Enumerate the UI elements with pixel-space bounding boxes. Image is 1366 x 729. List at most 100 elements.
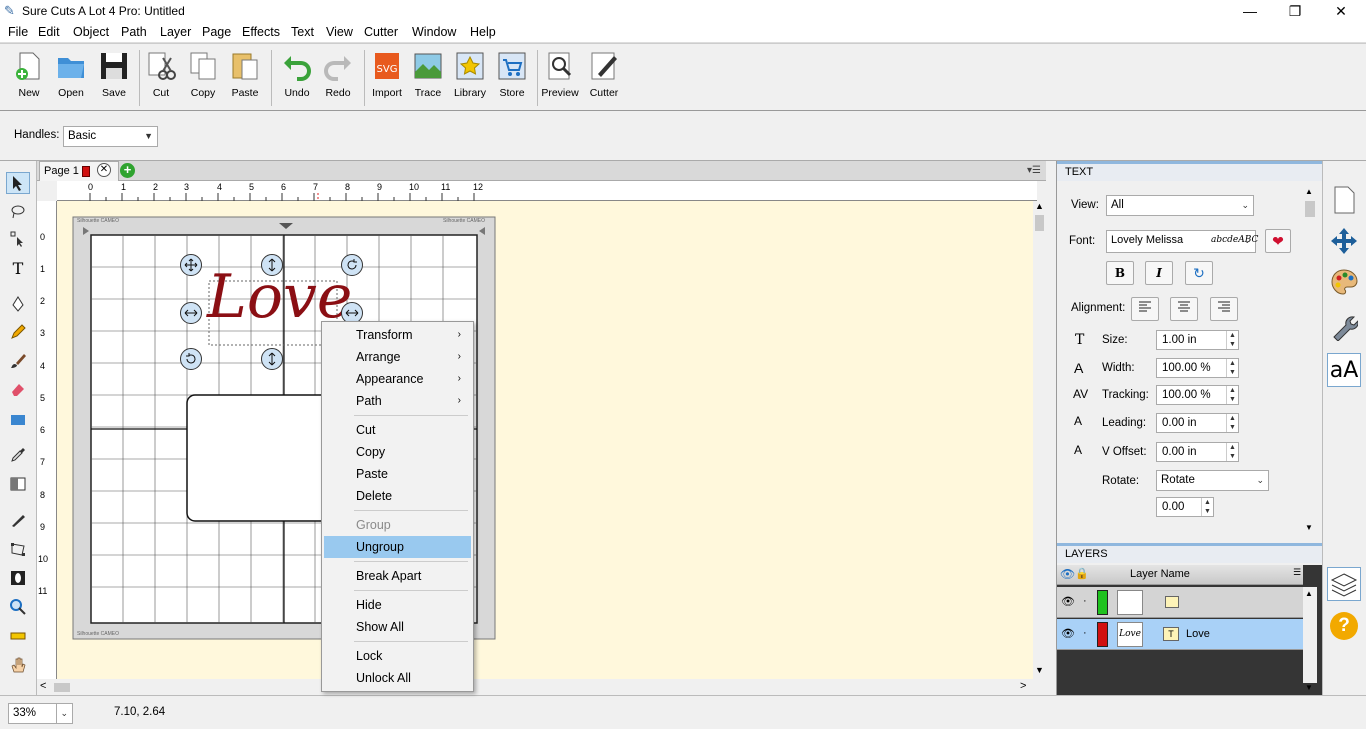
path-tools-button[interactable] — [1327, 310, 1361, 344]
rotate-handle-icon[interactable] — [341, 254, 363, 276]
bold-button[interactable]: B — [1106, 261, 1134, 285]
close-tab-icon[interactable]: ✕ — [97, 163, 111, 177]
move-handle-icon[interactable] — [180, 254, 202, 276]
menu-item-delete[interactable]: Delete — [324, 485, 471, 507]
font-select[interactable]: Lovely Melissa abcdeABC ⌄ — [1106, 230, 1258, 253]
menu-view[interactable]: View — [326, 25, 353, 39]
scroll-down-icon[interactable]: ▼ — [1305, 683, 1313, 692]
rotate-amount-input[interactable]: 0.00 ▲ ▼ — [1156, 497, 1214, 517]
vertical-scrollbar[interactable]: ▲ ▼ — [1033, 201, 1046, 679]
menu-item-group[interactable]: Group — [324, 514, 471, 536]
scroll-left-icon[interactable]: < — [40, 680, 46, 692]
text-tool[interactable]: T — [6, 257, 30, 279]
rotate-handle-icon[interactable] — [180, 348, 202, 370]
menu-edit[interactable]: Edit — [38, 25, 60, 39]
eyedropper-tool[interactable] — [6, 444, 30, 466]
eraser-tool[interactable] — [6, 378, 30, 400]
new-button[interactable]: New — [9, 50, 49, 99]
maximize-button[interactable]: ❐ — [1272, 0, 1318, 23]
select-tool[interactable] — [6, 172, 30, 194]
layer-row-love[interactable]: 👁 · Love T Love — [1057, 619, 1303, 650]
rotate-select[interactable]: Rotate ⌄ — [1156, 470, 1269, 491]
scroll-down-icon[interactable]: ▼ — [1305, 523, 1313, 532]
visibility-eye-icon[interactable]: 👁 — [1061, 627, 1075, 640]
menu-item-break-apart[interactable]: Break Apart — [324, 565, 471, 587]
lasso-tool[interactable] — [6, 201, 30, 223]
align-left-button[interactable] — [1131, 297, 1159, 321]
italic-button[interactable]: I — [1145, 261, 1173, 285]
transform-panel-button[interactable] — [1327, 224, 1361, 258]
trace-button[interactable]: Trace — [408, 50, 448, 99]
menu-page[interactable]: Page — [202, 25, 231, 39]
scale-horizontal-handle-icon[interactable] — [180, 302, 202, 324]
scroll-thumb[interactable] — [54, 683, 70, 692]
pencil-tool[interactable] — [6, 321, 30, 343]
menu-item-ungroup[interactable]: Ungroup — [324, 536, 471, 558]
text-panel-button[interactable]: aA — [1327, 353, 1361, 387]
spinner-icon[interactable]: ▲ ▼ — [1226, 331, 1238, 349]
text-panel-scrollbar[interactable]: ▲ ▼ — [1303, 185, 1317, 535]
menu-item-paste[interactable]: Paste — [324, 463, 471, 485]
tracking-input[interactable]: 100.00 % ▲ ▼ — [1156, 385, 1239, 405]
scroll-right-icon[interactable]: > — [1020, 680, 1026, 692]
scale-vertical-handle-icon[interactable] — [261, 348, 283, 370]
store-button[interactable]: Store — [492, 50, 532, 99]
menu-item-hide[interactable]: Hide — [324, 594, 471, 616]
menu-cutter[interactable]: Cutter — [364, 25, 398, 39]
scroll-up-icon[interactable]: ▲ — [1305, 187, 1313, 196]
menu-help[interactable]: Help — [470, 25, 496, 39]
cut-button[interactable]: Cut — [141, 50, 181, 99]
align-center-button[interactable] — [1170, 297, 1198, 321]
layers-menu-icon[interactable]: ☰ — [1293, 567, 1301, 578]
size-input[interactable]: 1.00 in ▲ ▼ — [1156, 330, 1239, 350]
leading-input[interactable]: 0.00 in ▲ ▼ — [1156, 413, 1239, 433]
fill-stroke-panel-button[interactable] — [1327, 265, 1361, 299]
favorite-font-button[interactable]: ❤ — [1265, 229, 1291, 253]
love-text-object[interactable]: Love — [207, 267, 352, 327]
spinner-icon[interactable]: ▲ ▼ — [1226, 414, 1238, 432]
close-button[interactable]: ✕ — [1318, 0, 1364, 23]
measure-tool[interactable] — [6, 625, 30, 647]
tab-menu-icon[interactable]: ▾☰ — [1027, 165, 1041, 176]
page-settings-button[interactable] — [1327, 183, 1361, 217]
minimize-button[interactable]: — — [1227, 0, 1273, 23]
brush-tool[interactable] — [6, 350, 30, 372]
hand-tool[interactable] — [6, 654, 30, 676]
knife-tool[interactable] — [6, 509, 30, 531]
menu-item-cut[interactable]: Cut — [324, 419, 471, 441]
scale-vertical-handle-icon[interactable] — [261, 254, 283, 276]
weld-tool[interactable] — [6, 567, 30, 589]
layer-row[interactable]: 👁 · — [1057, 587, 1303, 618]
transform-tool[interactable] — [6, 538, 30, 560]
menu-object[interactable]: Object — [73, 25, 109, 39]
rectangle-tool[interactable] — [6, 409, 30, 431]
import-button[interactable]: SVG Import — [367, 50, 407, 99]
library-button[interactable]: Library — [450, 50, 490, 99]
width-input[interactable]: 100.00 % ▲ ▼ — [1156, 358, 1239, 378]
menu-item-unlock-all[interactable]: Unlock All — [324, 667, 471, 689]
layers-panel-button[interactable] — [1327, 567, 1361, 601]
menu-item-transform[interactable]: Transform › — [324, 324, 471, 346]
save-button[interactable]: Save — [94, 50, 134, 99]
menu-file[interactable]: File — [8, 25, 28, 39]
menu-layer[interactable]: Layer — [160, 25, 191, 39]
zoom-select[interactable]: 33% ⌄ — [8, 703, 73, 724]
reset-button[interactable]: ↻ — [1185, 261, 1213, 285]
redo-button[interactable]: Redo — [318, 50, 358, 99]
menu-path[interactable]: Path — [121, 25, 147, 39]
design-canvas[interactable]: Silhouette CAMEO Silhouette CAMEO Silhou… — [57, 201, 1033, 679]
menu-item-arrange[interactable]: Arrange › — [324, 346, 471, 368]
menu-window[interactable]: Window — [412, 25, 456, 39]
horizontal-scrollbar[interactable]: < > — [37, 679, 1033, 695]
pen-tool[interactable] — [6, 293, 30, 315]
spinner-icon[interactable]: ▲ ▼ — [1201, 498, 1213, 516]
menu-text[interactable]: Text — [291, 25, 314, 39]
handles-select[interactable]: Basic ▼ — [63, 126, 158, 147]
menu-item-show-all[interactable]: Show All — [324, 616, 471, 638]
help-button[interactable]: ? — [1327, 609, 1361, 643]
cutter-button[interactable]: Cutter — [584, 50, 624, 99]
view-select[interactable]: All ⌄ — [1106, 195, 1254, 216]
lock-toggle-icon[interactable]: · — [1083, 595, 1087, 607]
menu-item-appearance[interactable]: Appearance › — [324, 368, 471, 390]
copy-button[interactable]: Copy — [183, 50, 223, 99]
